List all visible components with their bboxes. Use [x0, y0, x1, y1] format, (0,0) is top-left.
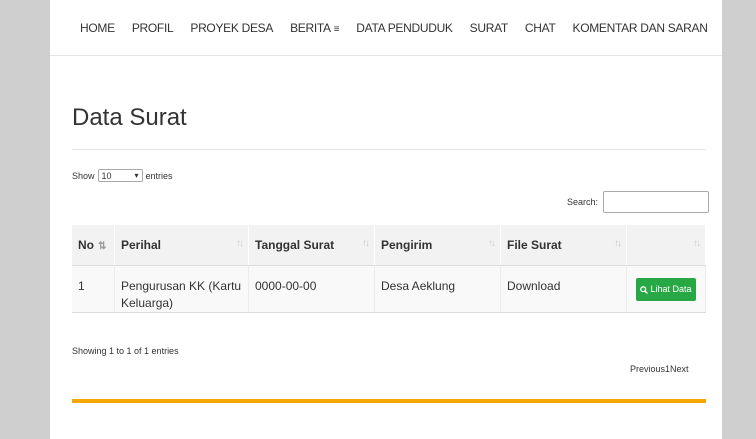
column-header-tanggal-surat[interactable]: Tanggal Surat ↑↓: [248, 225, 375, 266]
table-row: 1 Pengurusan KK (Kartu Keluarga) 0000-00…: [72, 265, 706, 313]
lihat-data-button[interactable]: Lihat Data: [636, 278, 696, 301]
column-header-no[interactable]: No ⇅: [72, 225, 115, 266]
search-input[interactable]: [603, 191, 710, 213]
entries-select[interactable]: 10 ▾: [97, 169, 143, 182]
column-header-pengirim[interactable]: Pengirim ↑↓: [374, 225, 501, 266]
column-header-file-surat[interactable]: File Surat ↑↓: [500, 225, 627, 266]
column-header-perihal[interactable]: Perihal ↑↓: [114, 225, 249, 266]
cell-file-surat[interactable]: Download: [500, 265, 627, 313]
accent-bar: [72, 399, 706, 403]
chevron-down-icon: ▾: [134, 171, 139, 180]
lihat-data-label: Lihat Data: [650, 284, 692, 294]
cell-tanggal-surat: 0000-00-00: [248, 265, 375, 313]
sort-asc-icon: ⇅: [98, 241, 107, 252]
cell-no: 1: [72, 265, 115, 313]
nav-home[interactable]: HOME: [80, 21, 115, 35]
column-header-file-label: File Surat: [507, 238, 562, 252]
column-header-tanggal-label: Tanggal Surat: [255, 238, 335, 252]
sort-icon: ↑↓: [362, 238, 370, 249]
nav-data-penduduk[interactable]: DATA PENDUDUK: [356, 21, 453, 35]
menu-icon: ≡: [333, 23, 340, 35]
nav-proyek-desa[interactable]: PROYEK DESA: [190, 21, 273, 35]
column-header-perihal-label: Perihal: [121, 238, 162, 252]
sort-icon: ↑↓: [488, 238, 496, 249]
page-container: HOME PROFIL PROYEK DESA BERITA ≡ DATA PEN…: [50, 0, 722, 439]
sort-icon: ↑↓: [614, 238, 622, 249]
pagination-previous[interactable]: Previous: [630, 364, 665, 374]
nav-surat[interactable]: SURAT: [470, 21, 509, 35]
page-title: Data Surat: [72, 104, 187, 131]
top-navbar: HOME PROFIL PROYEK DESA BERITA ≡ DATA PEN…: [50, 0, 722, 56]
nav-berita[interactable]: BERITA ≡: [290, 21, 339, 35]
search-icon: [640, 285, 649, 294]
sort-icon: ↑↓: [693, 238, 701, 249]
cell-perihal: Pengurusan KK (Kartu Keluarga): [114, 265, 249, 313]
nav-berita-label: BERITA: [290, 20, 331, 35]
entries-select-value: 10: [101, 170, 112, 181]
column-header-pengirim-label: Pengirim: [381, 238, 433, 252]
table-info: Showing 1 to 1 of 1 entries: [72, 346, 179, 356]
show-label: Show: [72, 170, 95, 181]
entries-label: entries: [145, 170, 173, 181]
nav-komentar-dan-saran[interactable]: KOMENTAR DAN SARAN: [573, 21, 708, 35]
column-header-action[interactable]: ↑↓: [626, 225, 706, 266]
sort-icon: ↑↓: [236, 238, 244, 249]
column-header-no-label: No: [78, 238, 94, 252]
table-header-row: No ⇅ Perihal ↑↓ Tanggal Surat ↑↓ Pengirim ↑↓…: [72, 225, 706, 266]
nav-profil[interactable]: PROFIL: [132, 21, 174, 35]
title-divider: [72, 149, 706, 150]
pagination: Previous1Next: [630, 364, 689, 374]
entries-length-control: Show 10 ▾ entries: [72, 169, 173, 182]
search-label: Search:: [567, 197, 599, 207]
nav-chat[interactable]: CHAT: [525, 21, 556, 35]
surat-table: No ⇅ Perihal ↑↓ Tanggal Surat ↑↓ Pengirim ↑↓…: [72, 225, 706, 313]
pagination-next[interactable]: Next: [670, 364, 689, 374]
search-control: Search:: [567, 191, 710, 213]
cell-pengirim: Desa Aeklung: [374, 265, 501, 313]
cell-action: Lihat Data: [626, 265, 706, 313]
